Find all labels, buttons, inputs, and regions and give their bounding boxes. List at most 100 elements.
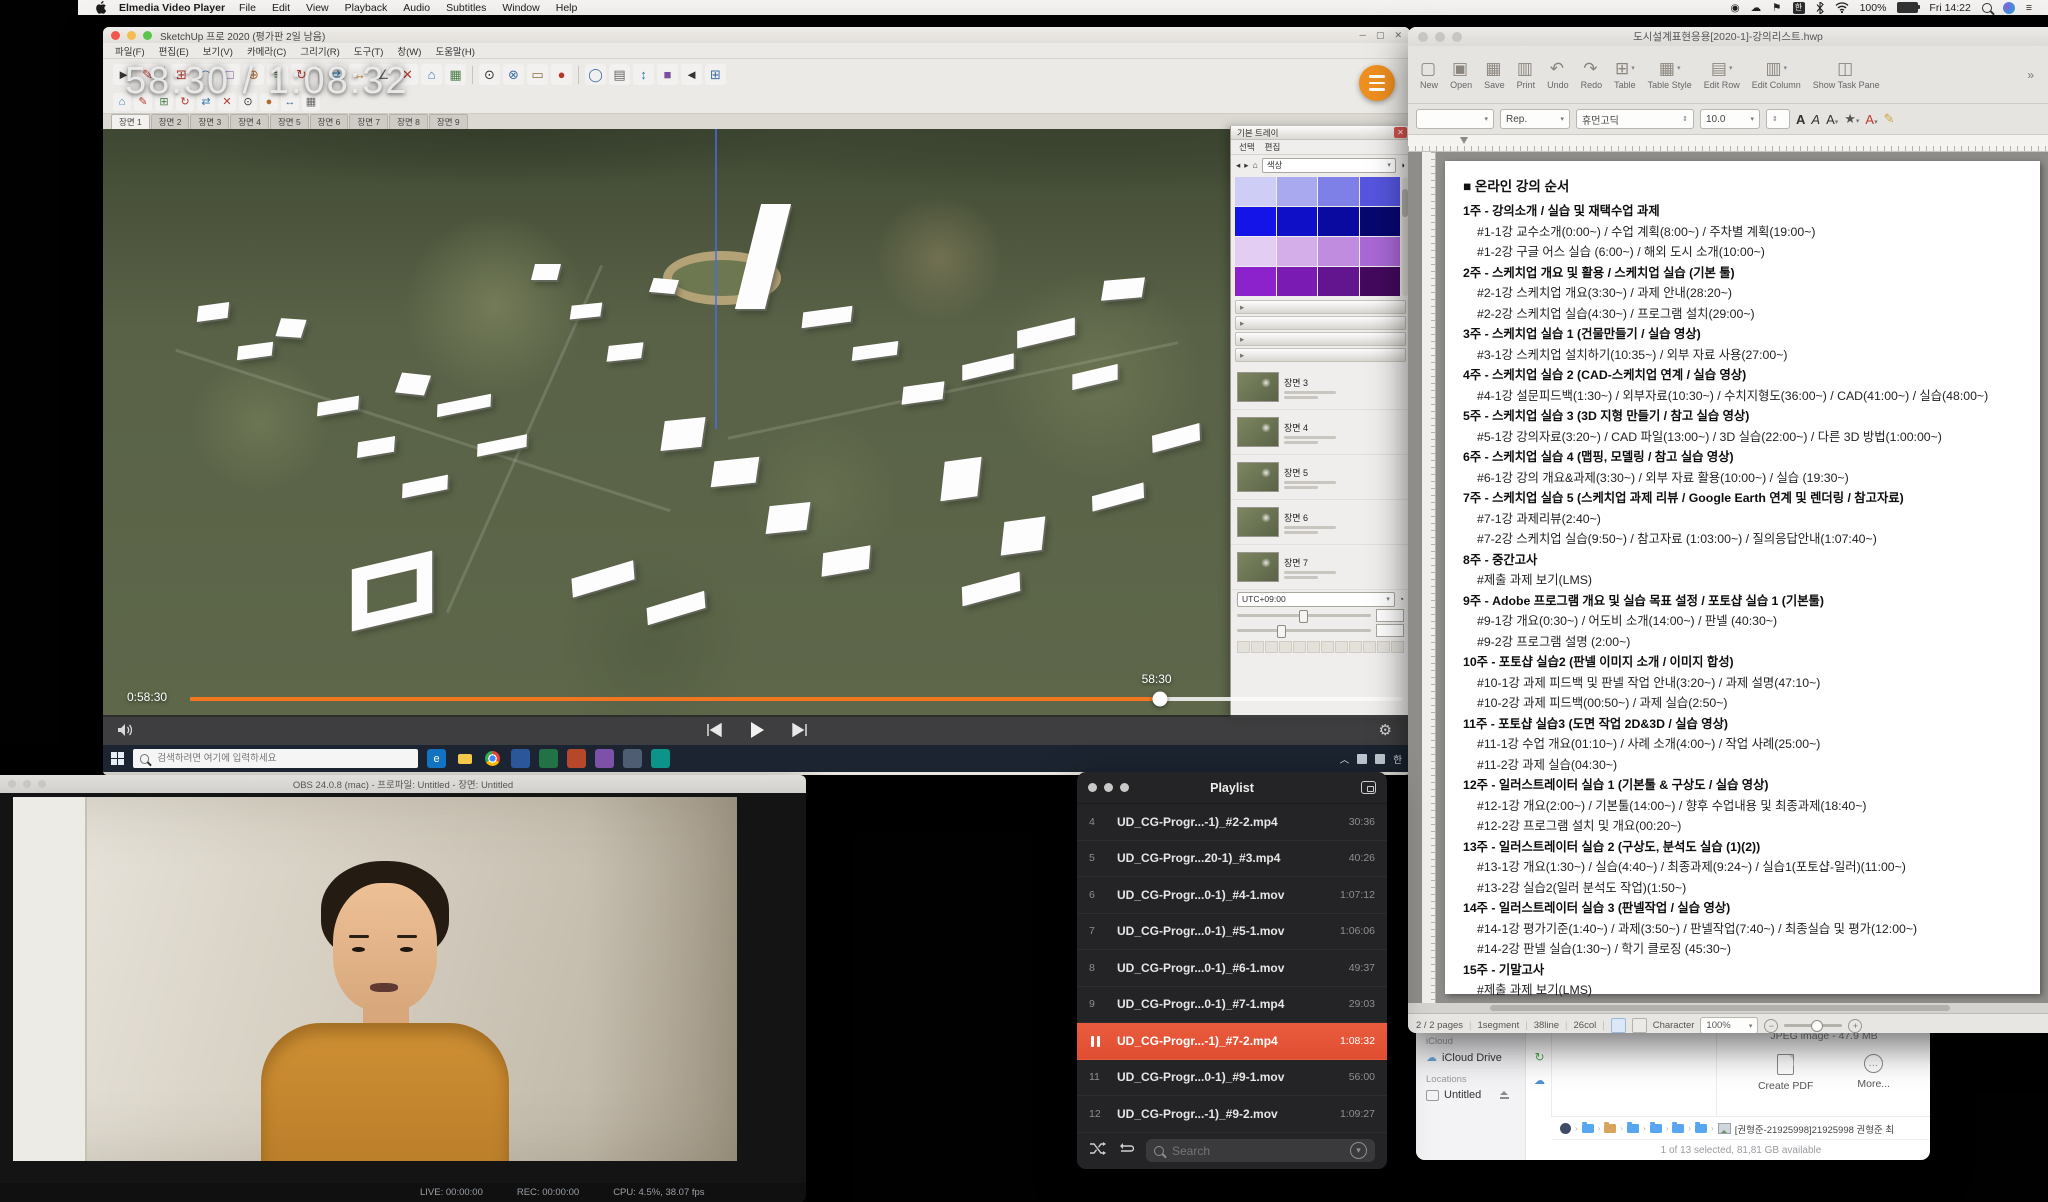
scene-list-item[interactable]: 장면 6 — [1231, 500, 1410, 545]
sketchup-tool-icon[interactable]: ▦ — [445, 64, 466, 85]
menu-item[interactable]: Window — [502, 2, 539, 14]
sketchup-tool-icon[interactable]: ⌂ — [421, 64, 442, 85]
color-swatch[interactable] — [1235, 267, 1276, 296]
flag-status-icon[interactable]: ⚑ — [1772, 2, 1781, 14]
windows-start-icon[interactable] — [111, 752, 124, 765]
more-button[interactable]: … More... — [1857, 1054, 1890, 1092]
bluetooth-icon[interactable] — [1816, 2, 1824, 14]
folder-crumb-icon[interactable] — [1627, 1124, 1639, 1133]
sketchup-menu-item[interactable]: 그리기(R) — [300, 44, 339, 58]
scene-tab[interactable]: 장면 8 — [389, 114, 428, 129]
hwp-page[interactable]: ■ 온라인 강의 순서 1주 - 강의소개 / 실습 및 재택수업 과제#1-1… — [1445, 161, 2040, 994]
insert-mode-icon[interactable] — [1611, 1018, 1626, 1033]
sketchup-viewport[interactable] — [103, 129, 1410, 717]
hwp-toolbar-button[interactable]: ▤▾ Edit Row — [1698, 50, 1746, 100]
menu-item[interactable]: Audio — [403, 2, 430, 14]
sketchup-tool-icon[interactable]: ▤ — [609, 64, 630, 85]
input-source-icon[interactable]: 한 — [1793, 2, 1805, 14]
cloud-status-icon[interactable]: ☁ — [1751, 2, 1762, 14]
pip-icon[interactable] — [1361, 781, 1376, 794]
sketchup-tool-icon[interactable]: ⊞ — [705, 64, 726, 85]
eject-icon[interactable] — [1500, 1091, 1509, 1099]
obs-status-icon[interactable]: ◉ — [1730, 2, 1739, 14]
size-stepper[interactable]: ⇕ — [1766, 109, 1790, 129]
minimize-button[interactable] — [127, 31, 136, 40]
playlist-row[interactable]: 4 UD_CG-Progr...-1)_#2-2.mp4 30:36 — [1077, 804, 1387, 841]
scene-tab[interactable]: 장면 9 — [429, 114, 468, 129]
color-swatch[interactable] — [1318, 237, 1359, 266]
app-icon-purple[interactable] — [595, 749, 614, 768]
scene-tab[interactable]: 장면 1 — [111, 114, 150, 129]
zoom-combo[interactable]: 100%▾ — [1700, 1017, 1758, 1033]
zoom-out-button[interactable]: − — [1764, 1019, 1778, 1033]
elmedia-menu-button[interactable] — [1359, 65, 1395, 101]
tray-close-button[interactable]: ✕ — [1394, 127, 1407, 138]
playlist-search-input[interactable] — [1170, 1143, 1344, 1159]
chevron-down-icon[interactable]: ▾ — [1350, 1142, 1367, 1159]
player-settings-icon[interactable]: ⚙ — [1379, 721, 1392, 739]
color-swatch[interactable] — [1360, 207, 1401, 236]
home-icon[interactable]: ⌂ — [1253, 160, 1258, 170]
font-size-combo[interactable]: 10.0▾ — [1700, 109, 1760, 129]
indent-marker[interactable] — [1460, 137, 1468, 144]
scene-list-item[interactable]: 장면 7 — [1231, 545, 1410, 590]
color-swatch[interactable] — [1318, 177, 1359, 206]
scene-list-item[interactable]: 장면 3 — [1231, 365, 1410, 410]
color-swatch[interactable] — [1360, 177, 1401, 206]
tray-tab[interactable]: 편집 — [1265, 141, 1281, 153]
chrome-icon[interactable] — [483, 749, 502, 768]
sketchup-menu-item[interactable]: 편집(E) — [159, 44, 189, 58]
seek-knob[interactable] — [1152, 692, 1167, 707]
playlist-row[interactable]: 5 UD_CG-Progr...20-1)_#3.mp4 40:26 — [1077, 841, 1387, 878]
folder-crumb-icon[interactable] — [1650, 1124, 1662, 1133]
volume-icon[interactable] — [117, 723, 134, 737]
color-swatch[interactable] — [1277, 207, 1318, 236]
app-icon-red[interactable] — [567, 749, 586, 768]
underline-button[interactable]: A▾ — [1826, 112, 1838, 127]
hwp-toolbar-button[interactable]: ▣ Open — [1444, 50, 1478, 100]
scene-tab[interactable]: 장면 7 — [349, 114, 388, 129]
menu-item[interactable]: Edit — [272, 2, 290, 14]
color-swatch[interactable] — [1235, 177, 1276, 206]
timezone-combo[interactable]: UTC+09:00▾ — [1237, 592, 1395, 607]
hwp-toolbar-button[interactable]: ↶ Undo — [1541, 50, 1575, 100]
bold-button[interactable]: A — [1796, 112, 1805, 127]
sketchup-menu-item[interactable]: 창(W) — [397, 44, 421, 58]
tray-icon[interactable] — [1375, 754, 1385, 764]
sidebar-item-icloud-drive[interactable]: ☁ iCloud Drive — [1426, 1051, 1525, 1064]
windows-window-buttons[interactable]: ─▢✕ — [1360, 30, 1402, 41]
webcam-preview[interactable] — [13, 797, 737, 1161]
sketchup-menu-item[interactable]: 도움말(H) — [435, 44, 474, 58]
sketchup-tool-icon[interactable]: ◯ — [585, 64, 606, 85]
create-pdf-button[interactable]: Create PDF — [1758, 1054, 1813, 1092]
menu-item[interactable]: Subtitles — [446, 2, 486, 14]
playlist-row[interactable]: 10 UD_CG-Progr...-1)_#7-2.mp4 1:08:32 — [1077, 1023, 1387, 1060]
color-swatch[interactable] — [1235, 237, 1276, 266]
next-track-button[interactable] — [791, 723, 809, 737]
forward-arrow-icon[interactable]: ▸ — [1244, 160, 1248, 171]
color-swatch[interactable] — [1277, 267, 1318, 296]
menu-item[interactable]: Playback — [345, 2, 388, 14]
menu-item[interactable]: File — [239, 2, 256, 14]
folder-icon[interactable] — [455, 749, 474, 768]
color-swatch[interactable] — [1360, 237, 1401, 266]
hwp-toolbar-button[interactable]: ⊞▾ Table — [1608, 50, 1642, 100]
zoom-button[interactable] — [143, 31, 152, 40]
sketchup-menu-item[interactable]: 도구(T) — [354, 44, 384, 58]
tray-section-bar[interactable]: ▸ — [1235, 332, 1406, 346]
playlist-row[interactable]: 11 UD_CG-Progr...0-1)_#9-1.mov 56:00 — [1077, 1060, 1387, 1097]
tray-caret[interactable]: ︿ — [1340, 752, 1350, 766]
sketchup-menu-item[interactable]: 카메라(C) — [247, 44, 286, 58]
sidebar-item-untitled[interactable]: Untitled — [1426, 1089, 1525, 1101]
shuffle-icon[interactable] — [1089, 1142, 1106, 1160]
sketchup-tool-icon[interactable]: ⊙ — [479, 64, 500, 85]
sketchup-tool-icon[interactable]: ◄ — [681, 64, 702, 85]
playlist-row[interactable]: 7 UD_CG-Progr...0-1)_#5-1.mov 1:06:06 — [1077, 914, 1387, 951]
color-swatch[interactable] — [1277, 237, 1318, 266]
hwp-toolbar-button[interactable]: ▦▾ Table Style — [1642, 50, 1698, 100]
date-slider[interactable] — [1231, 623, 1410, 638]
tray-icon[interactable] — [1357, 754, 1367, 764]
playlist-search-box[interactable]: ▾ — [1146, 1139, 1375, 1162]
folder-crumb-icon[interactable] — [1582, 1124, 1594, 1133]
playlist-row[interactable]: 9 UD_CG-Progr...0-1)_#7-1.mp4 29:03 — [1077, 987, 1387, 1024]
